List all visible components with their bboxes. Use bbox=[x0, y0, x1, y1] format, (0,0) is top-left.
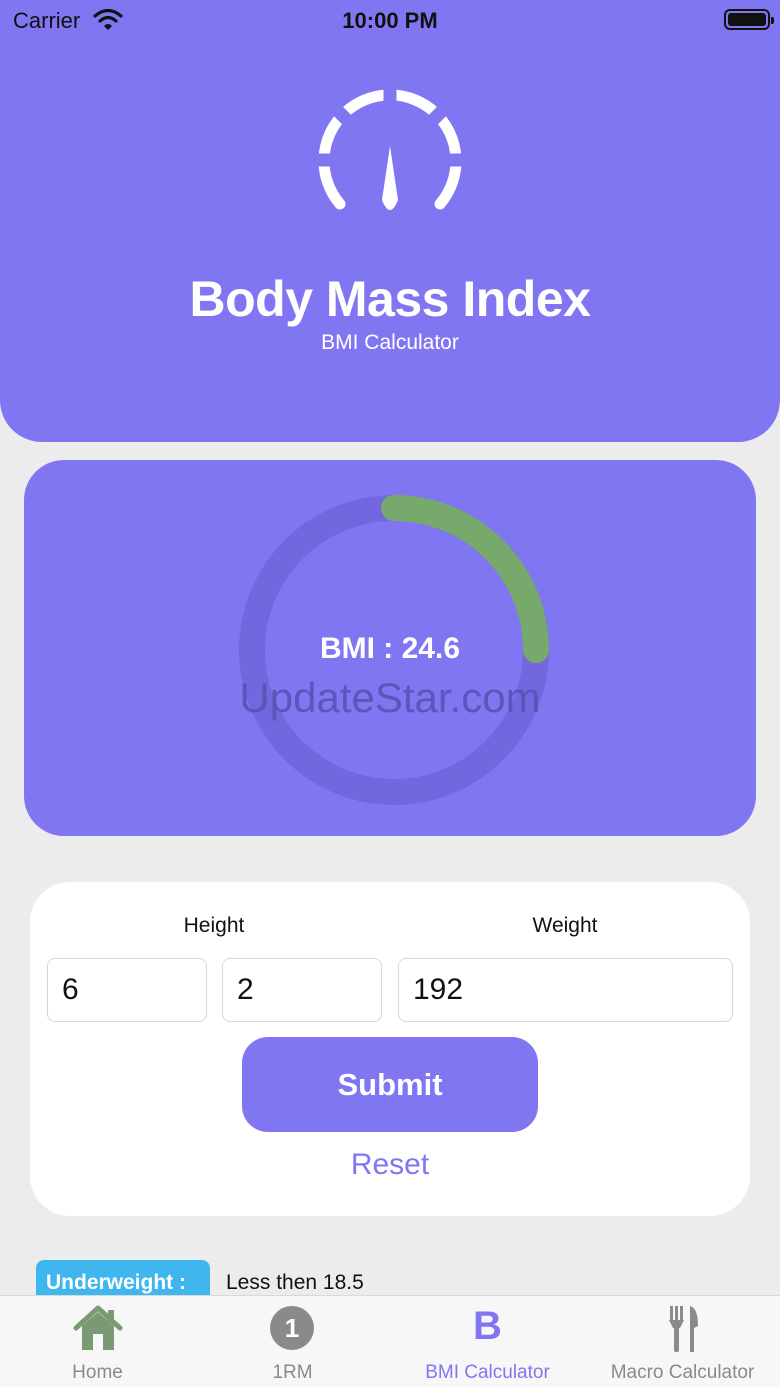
tab-label: 1RM bbox=[272, 1362, 313, 1383]
weight-label: Weight bbox=[532, 914, 598, 937]
tab-bmi-calculator[interactable]: B BMI Calculator bbox=[390, 1296, 585, 1387]
battery-icon bbox=[724, 9, 774, 30]
tab-label: Macro Calculator bbox=[610, 1362, 755, 1383]
weight-input[interactable] bbox=[398, 958, 733, 1022]
home-icon bbox=[73, 1305, 123, 1350]
speedometer-icon bbox=[314, 88, 466, 210]
bmi-screen: Body Mass Index BMI Calculator Carrier 1… bbox=[0, 0, 780, 1387]
height-inches-input[interactable] bbox=[222, 958, 382, 1022]
watermark: UpdateStar.com bbox=[239, 674, 541, 721]
height-label: Height bbox=[183, 914, 245, 937]
status-bar: Carrier 10:00 PM bbox=[0, 0, 780, 40]
one-circle-icon: 1 bbox=[270, 1306, 314, 1350]
tab-home[interactable]: Home bbox=[0, 1296, 195, 1387]
tab-macro-calculator[interactable]: Macro Calculator bbox=[585, 1296, 780, 1387]
tab-label: Home bbox=[72, 1362, 123, 1383]
tab-label: BMI Calculator bbox=[425, 1362, 550, 1383]
submit-button[interactable]: Submit bbox=[242, 1037, 538, 1132]
fork-knife-icon bbox=[669, 1306, 698, 1352]
input-form-card: Height Weight Submit Reset bbox=[30, 882, 750, 1216]
clock: 10:00 PM bbox=[342, 8, 438, 33]
letter-b-icon: B bbox=[473, 1304, 502, 1348]
page-subtitle: BMI Calculator bbox=[321, 331, 459, 354]
bmi-value: BMI : 24.6 bbox=[319, 632, 461, 665]
reset-button[interactable]: Reset bbox=[30, 1148, 750, 1182]
underweight-range: Less then 18.5 bbox=[226, 1271, 364, 1294]
tab-1rm[interactable]: 1 1RM bbox=[195, 1296, 390, 1387]
height-feet-input[interactable] bbox=[47, 958, 207, 1022]
bmi-result-card: BMI : 24.6 UpdateStar.com bbox=[24, 460, 756, 836]
tab-bar: Home 1 1RM B BMI Calculator Macro Calcul… bbox=[0, 1295, 780, 1387]
header-banner: Body Mass Index BMI Calculator bbox=[0, 0, 780, 442]
svg-text:1: 1 bbox=[285, 1313, 299, 1343]
page-title: Body Mass Index bbox=[189, 271, 591, 327]
